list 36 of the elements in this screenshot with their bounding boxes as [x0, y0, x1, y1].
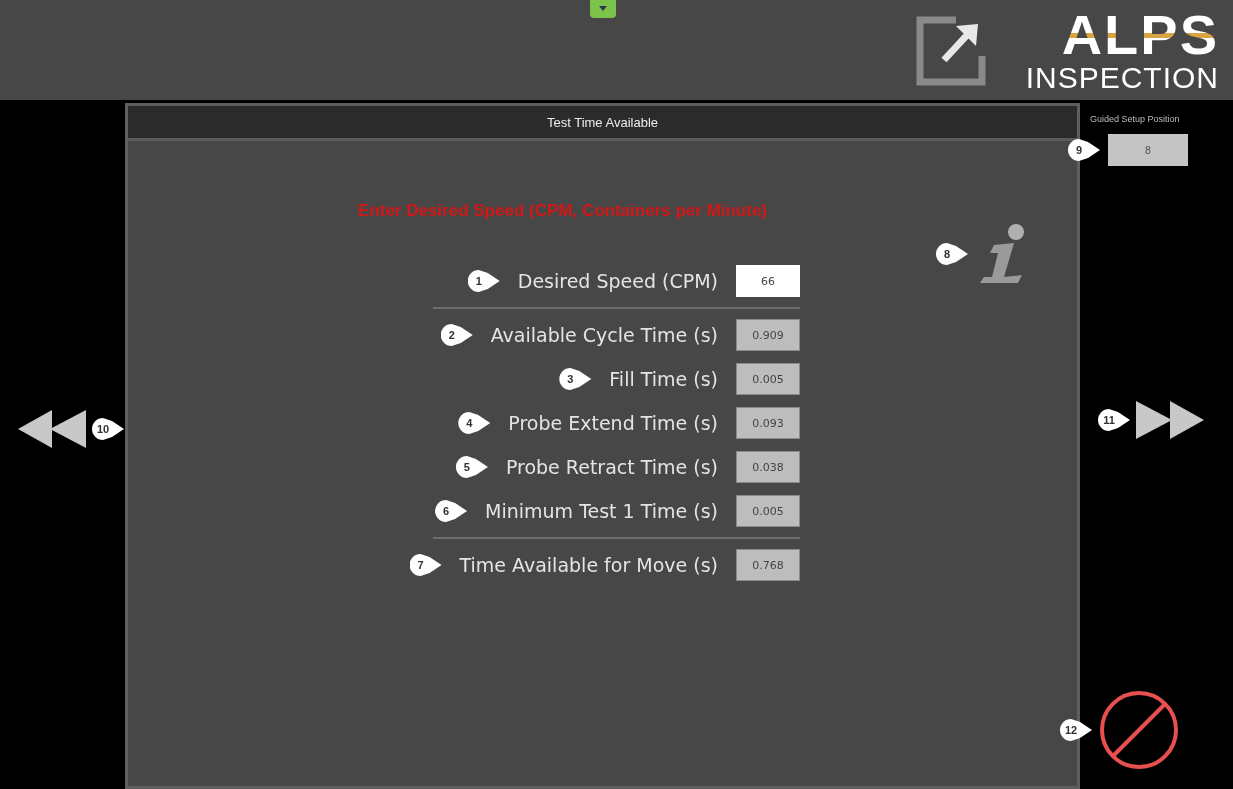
speed-input[interactable]: 66	[736, 265, 800, 297]
field-label: Probe Retract Time (s)	[505, 456, 718, 478]
value-readout: 0.005	[736, 495, 800, 527]
forward-icon[interactable]	[1136, 401, 1204, 439]
cancel-icon[interactable]	[1098, 689, 1180, 771]
callout-marker: 12	[1060, 719, 1092, 741]
callout-marker: 4	[458, 412, 491, 434]
callout-marker: 2	[440, 324, 473, 346]
callout-marker: 10	[92, 418, 124, 440]
value-readout: 0.093	[736, 407, 800, 439]
callout-marker: 7	[409, 554, 442, 576]
field-label: Minimum Test 1 Time (s)	[485, 500, 718, 522]
callout-marker: 1	[467, 270, 500, 292]
field-label: Desired Speed (CPM)	[517, 270, 718, 292]
value-readout: 0.005	[736, 363, 800, 395]
callout-marker: 5	[455, 456, 488, 478]
back-icon[interactable]	[18, 410, 86, 448]
export-icon[interactable]	[915, 16, 986, 86]
field-label: Probe Extend Time (s)	[508, 412, 718, 434]
callout-marker: 8	[936, 243, 968, 265]
value-readout: 0.038	[736, 451, 800, 483]
field-label: Available Cycle Time (s)	[490, 324, 718, 346]
logo-subtitle: INSPECTION	[1025, 62, 1219, 94]
field-label: Time Available for Move (s)	[459, 554, 718, 576]
callout-marker: 9	[1068, 139, 1100, 161]
position-field[interactable]: 8	[1108, 134, 1188, 166]
panel-title: Test Time Available	[128, 106, 1077, 141]
callout-marker: 11	[1098, 409, 1130, 431]
pull-tab-icon[interactable]	[590, 0, 616, 18]
value-readout: 0.768	[736, 549, 800, 581]
callout-marker: 3	[559, 368, 592, 390]
instruction-text: Enter Desired Speed (CPM, Containers per Minute)	[358, 201, 768, 221]
value-readout: 0.909	[736, 319, 800, 351]
callout-marker: 6	[435, 500, 468, 522]
field-label: Fill Time (s)	[609, 368, 718, 390]
position-label: Guided Setup Position	[1090, 114, 1180, 124]
